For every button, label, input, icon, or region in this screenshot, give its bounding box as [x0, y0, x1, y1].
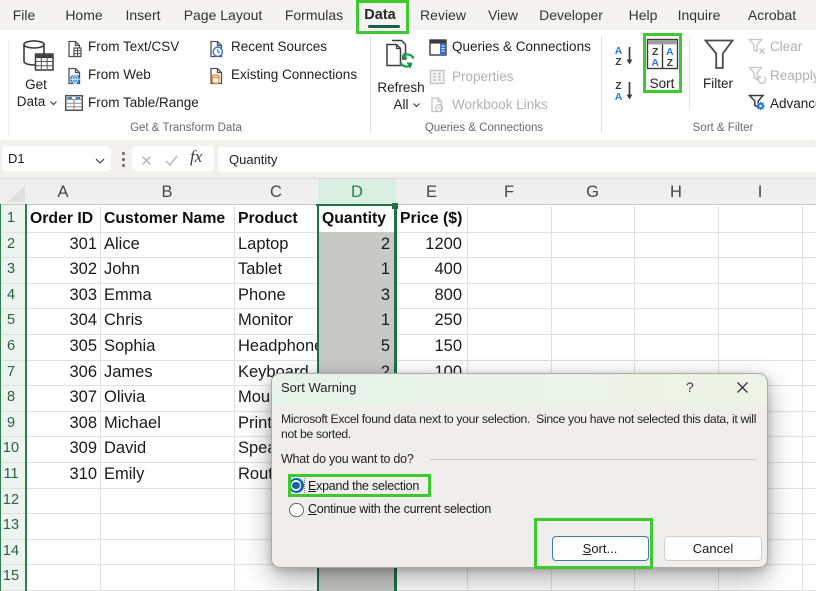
svg-text:A: A — [615, 91, 623, 102]
svg-text:Z: Z — [615, 56, 622, 67]
